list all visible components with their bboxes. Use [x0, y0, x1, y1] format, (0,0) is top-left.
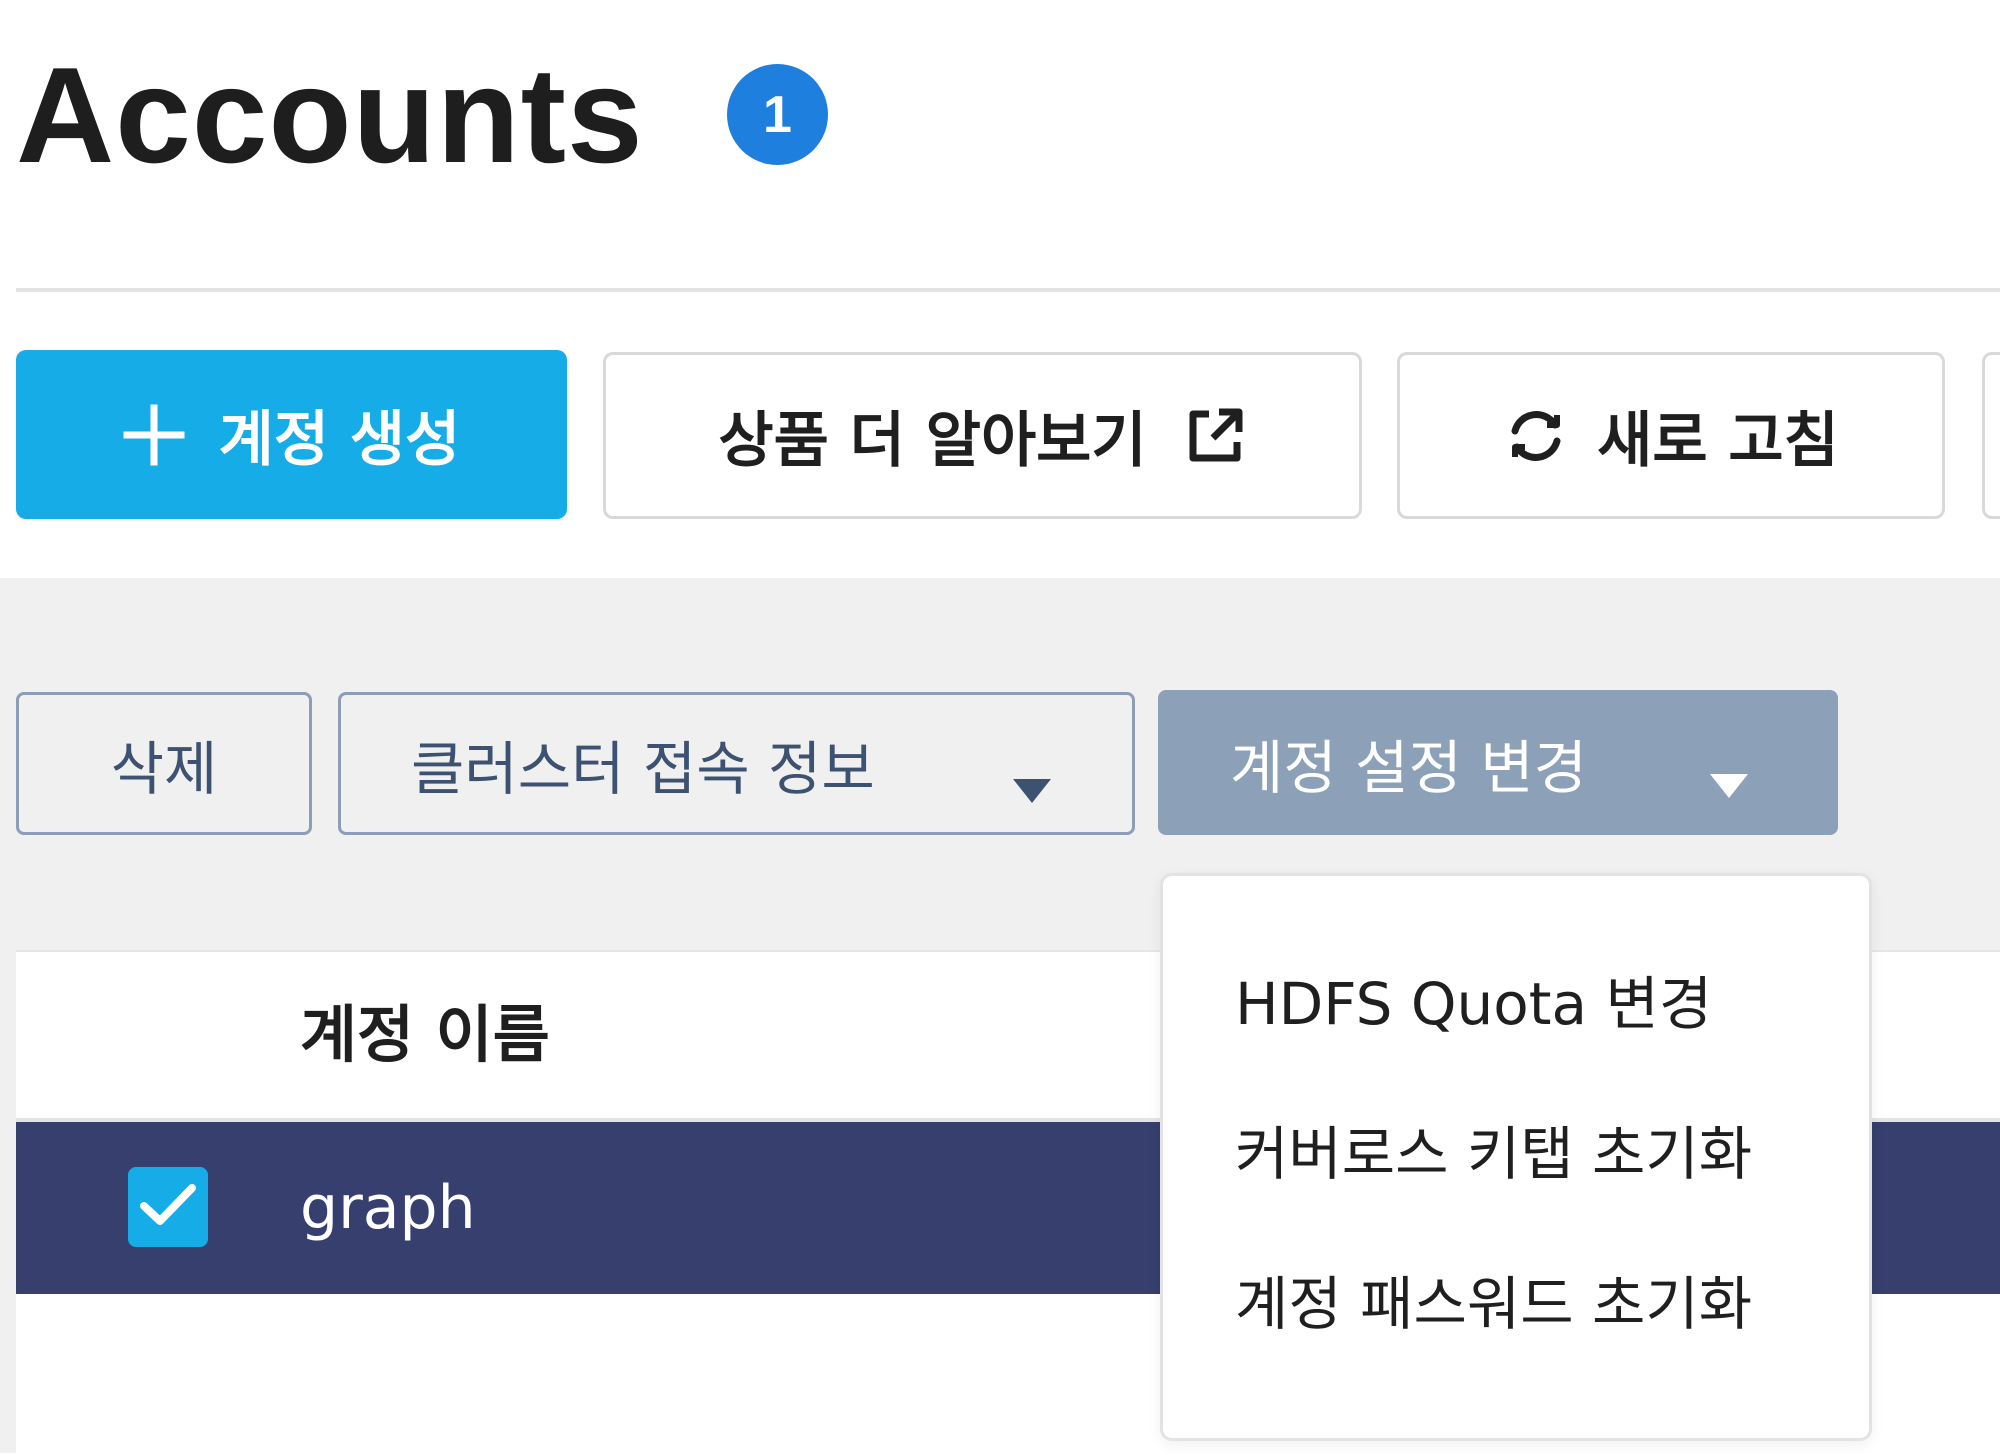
menu-item-hdfs-quota[interactable]: HDFS Quota 변경: [1235, 964, 1712, 1044]
more-toolbar-button[interactable]: [1982, 352, 2000, 519]
account-count-badge: 1: [727, 64, 828, 165]
row-account-name: graph: [300, 1173, 476, 1243]
delete-button[interactable]: 삭제: [16, 692, 312, 835]
column-header-account-name: 계정 이름: [300, 998, 550, 1071]
account-settings-menu: HDFS Quota 변경 커버로스 키탭 초기화 계정 패스워드 초기화: [1160, 873, 1872, 1441]
refresh-label: 새로 고침: [1597, 406, 1839, 476]
account-settings-label: 계정 설정 변경: [1230, 733, 1588, 802]
checkmark-icon: [139, 1182, 197, 1232]
learn-more-label: 상품 더 알아보기: [718, 406, 1147, 476]
menu-item-kerberos-keytab-reset[interactable]: 커버로스 키탭 초기화: [1235, 1114, 1752, 1194]
cluster-info-label: 클러스터 접속 정보: [411, 734, 875, 803]
page-title: Accounts: [16, 39, 644, 191]
header-divider: [16, 288, 2000, 292]
caret-down-icon: [1011, 751, 1053, 819]
page-header: Accounts 1 계정 생성 상품 더 알아보기 새로 고침: [0, 0, 2000, 578]
cluster-info-dropdown[interactable]: 클러스터 접속 정보: [338, 692, 1135, 835]
plus-icon: [123, 404, 185, 466]
create-account-label: 계정 생성: [218, 405, 461, 475]
row-checkbox[interactable]: [128, 1167, 208, 1247]
caret-down-icon: [1708, 746, 1750, 814]
delete-label: 삭제: [110, 734, 218, 803]
refresh-button[interactable]: 새로 고침: [1397, 352, 1945, 519]
account-settings-dropdown[interactable]: 계정 설정 변경: [1158, 690, 1838, 835]
learn-more-button[interactable]: 상품 더 알아보기: [603, 352, 1362, 519]
menu-item-password-reset[interactable]: 계정 패스워드 초기화: [1235, 1264, 1752, 1344]
create-account-button[interactable]: 계정 생성: [16, 350, 567, 519]
external-link-icon: [1183, 404, 1247, 468]
refresh-icon: [1503, 403, 1569, 469]
